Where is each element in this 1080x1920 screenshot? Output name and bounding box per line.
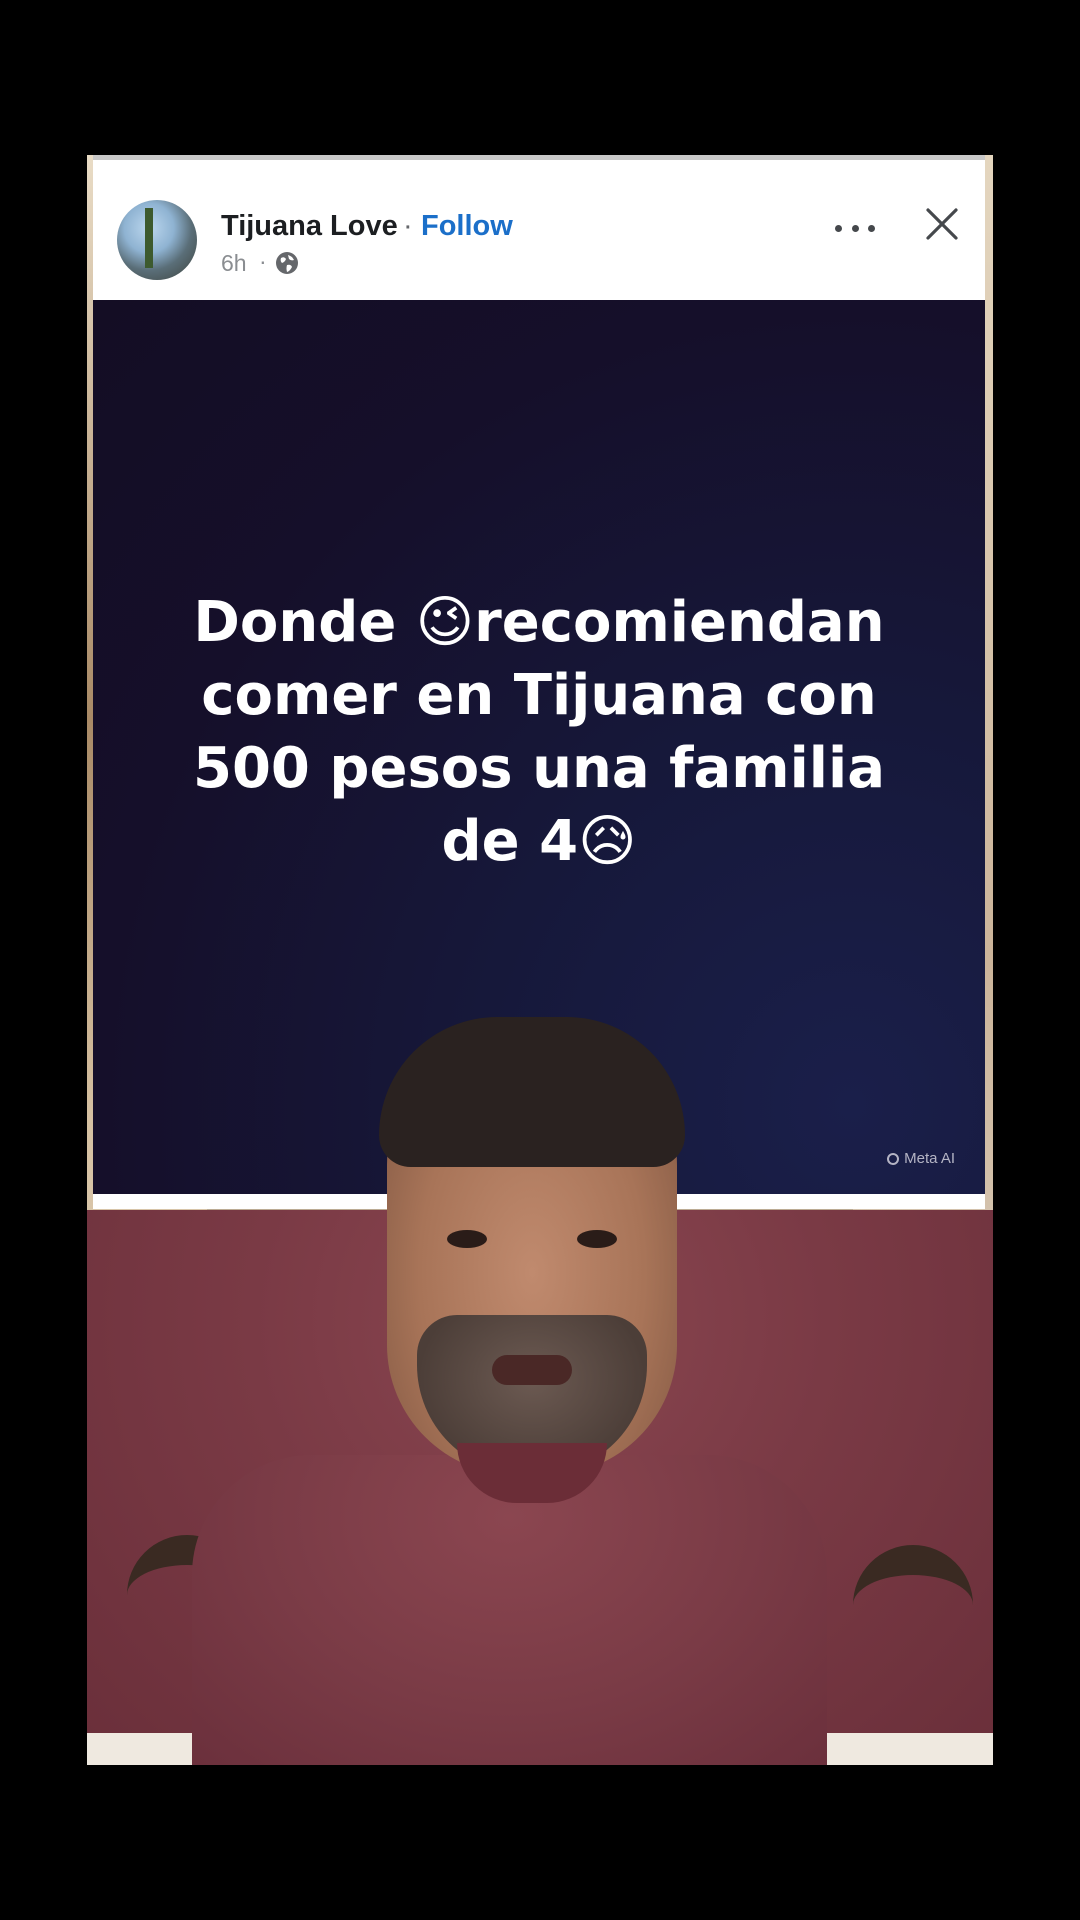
video-frame: Tijuana Love · Follow 6h · Donde 😉recomi… xyxy=(87,155,993,1765)
meta-ai-ring-icon xyxy=(887,1152,900,1165)
watermark-label: Meta AI xyxy=(904,1150,955,1167)
close-icon[interactable] xyxy=(924,206,960,242)
meta-ai-watermark: Meta AI xyxy=(887,1150,955,1167)
author-name[interactable]: Tijuana Love xyxy=(221,210,398,243)
post-time[interactable]: 6h xyxy=(221,250,247,277)
avatar[interactable] xyxy=(117,200,197,280)
presenter-eye-right xyxy=(577,1230,617,1248)
globe-icon xyxy=(276,252,298,274)
name-separator: · xyxy=(403,210,413,242)
post-header: Tijuana Love · Follow 6h · xyxy=(93,168,985,298)
background-chair-right xyxy=(853,1545,973,1765)
more-options-icon[interactable] xyxy=(835,216,875,240)
post-text-overlay: Donde 😉recomiendan comer en Tijuana con … xyxy=(193,590,885,874)
presenter-hair xyxy=(379,1017,685,1167)
presenter-mouth xyxy=(492,1355,572,1385)
presenter xyxy=(192,1017,827,1765)
presenter-eye-left xyxy=(447,1230,487,1248)
follow-button[interactable]: Follow xyxy=(421,210,513,243)
time-separator: · xyxy=(259,248,267,274)
